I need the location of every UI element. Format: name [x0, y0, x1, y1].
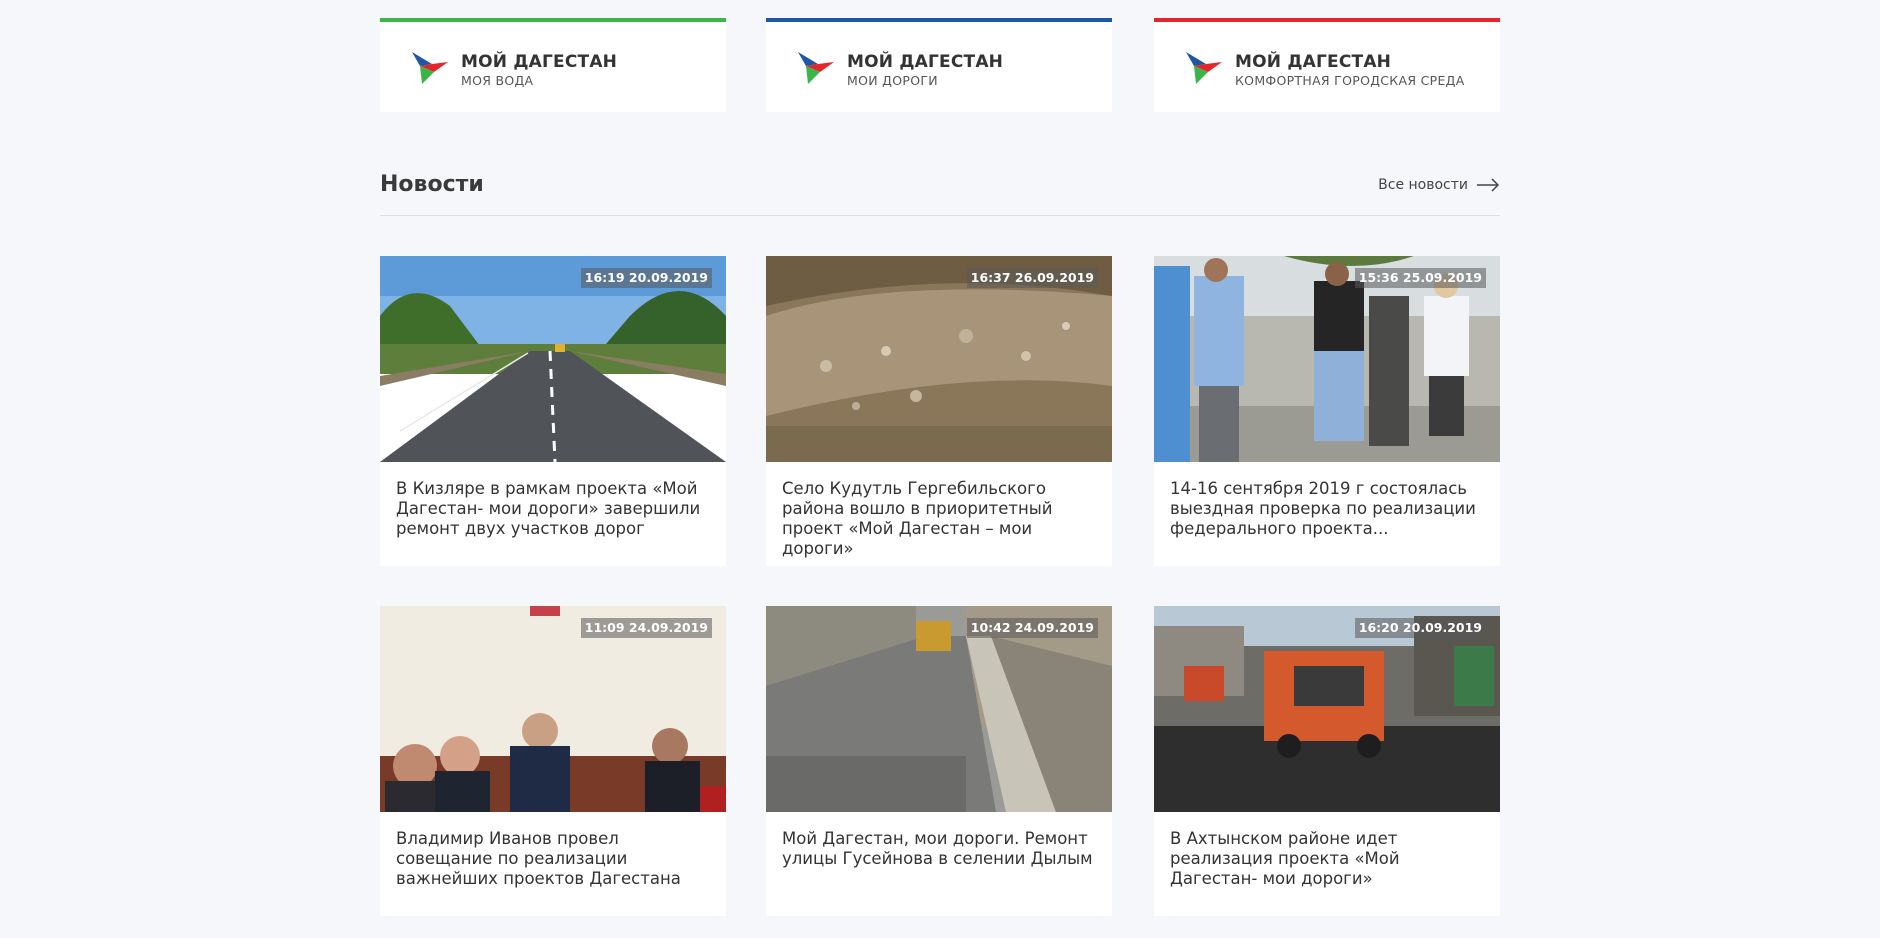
project-title: МОЙ ДАГЕСТАН: [847, 52, 1004, 72]
all-news-link[interactable]: Все новости: [1378, 177, 1500, 193]
news-headline[interactable]: В Ахтынском районе идет реализация проек…: [1170, 829, 1490, 889]
news-image[interactable]: 11:09 24.09.2019: [380, 606, 726, 812]
news-card[interactable]: 15:36 25.09.2019 14-16 сентября 2019 г с…: [1154, 256, 1500, 566]
news-headline[interactable]: В Кизляре в рамкам проекта «Мой Дагестан…: [396, 479, 716, 539]
news-card[interactable]: 11:09 24.09.2019 Владимир Иванов провел …: [380, 606, 726, 916]
news-timestamp: 16:19 20.09.2019: [580, 268, 712, 288]
project-card-water[interactable]: МОЙ ДАГЕСТАН МОЯ ВОДА: [380, 18, 726, 112]
project-logo-icon: [1186, 52, 1222, 84]
project-title: МОЙ ДАГЕСТАН: [1235, 52, 1392, 72]
news-timestamp: 16:37 26.09.2019: [966, 268, 1098, 288]
news-card[interactable]: 10:42 24.09.2019 Мой Дагестан, мои дорог…: [766, 606, 1112, 916]
arrow-right-icon: [1477, 178, 1500, 192]
project-card-urban[interactable]: МОЙ ДАГЕСТАН КОМФОРТНАЯ ГОРОДСКАЯ СРЕДА: [1154, 18, 1500, 112]
project-logo-icon: [412, 52, 448, 84]
news-headline[interactable]: Владимир Иванов провел совещание по реал…: [396, 829, 716, 889]
project-subtitle: МОЯ ВОДА: [461, 73, 534, 88]
project-title: МОЙ ДАГЕСТАН: [461, 52, 618, 72]
news-card[interactable]: 16:20 20.09.2019 В Ахтынском районе идет…: [1154, 606, 1500, 916]
news-image[interactable]: 16:19 20.09.2019: [380, 256, 726, 462]
news-image[interactable]: 16:37 26.09.2019: [766, 256, 1112, 462]
news-image[interactable]: 16:20 20.09.2019: [1154, 606, 1500, 812]
news-header: Новости Все новости: [380, 168, 1500, 216]
news-headline[interactable]: Мой Дагестан, мои дороги. Ремонт улицы Г…: [782, 829, 1102, 869]
project-subtitle: КОМФОРТНАЯ ГОРОДСКАЯ СРЕДА: [1235, 73, 1465, 88]
news-image[interactable]: 10:42 24.09.2019: [766, 606, 1112, 812]
news-timestamp: 16:20 20.09.2019: [1354, 618, 1486, 638]
news-card[interactable]: 16:37 26.09.2019 Село Кудутль Гергебильс…: [766, 256, 1112, 566]
news-section-title: Новости: [380, 172, 484, 197]
project-subtitle: МОИ ДОРОГИ: [847, 73, 938, 88]
news-card[interactable]: 16:19 20.09.2019 В Кизляре в рамкам прое…: [380, 256, 726, 566]
news-headline[interactable]: 14-16 сентября 2019 г состоялась выездна…: [1170, 479, 1490, 539]
news-timestamp: 11:09 24.09.2019: [580, 618, 712, 638]
news-timestamp: 10:42 24.09.2019: [966, 618, 1098, 638]
project-cards: МОЙ ДАГЕСТАН МОЯ ВОДА МОЙ ДАГЕСТАН МОИ Д…: [380, 18, 1500, 112]
project-logo-icon: [798, 52, 834, 84]
news-headline[interactable]: Село Кудутль Гергебильского района вошло…: [782, 479, 1102, 559]
news-image[interactable]: 15:36 25.09.2019: [1154, 256, 1500, 462]
project-card-roads[interactable]: МОЙ ДАГЕСТАН МОИ ДОРОГИ: [766, 18, 1112, 112]
news-timestamp: 15:36 25.09.2019: [1354, 268, 1486, 288]
all-news-label: Все новости: [1378, 177, 1468, 193]
